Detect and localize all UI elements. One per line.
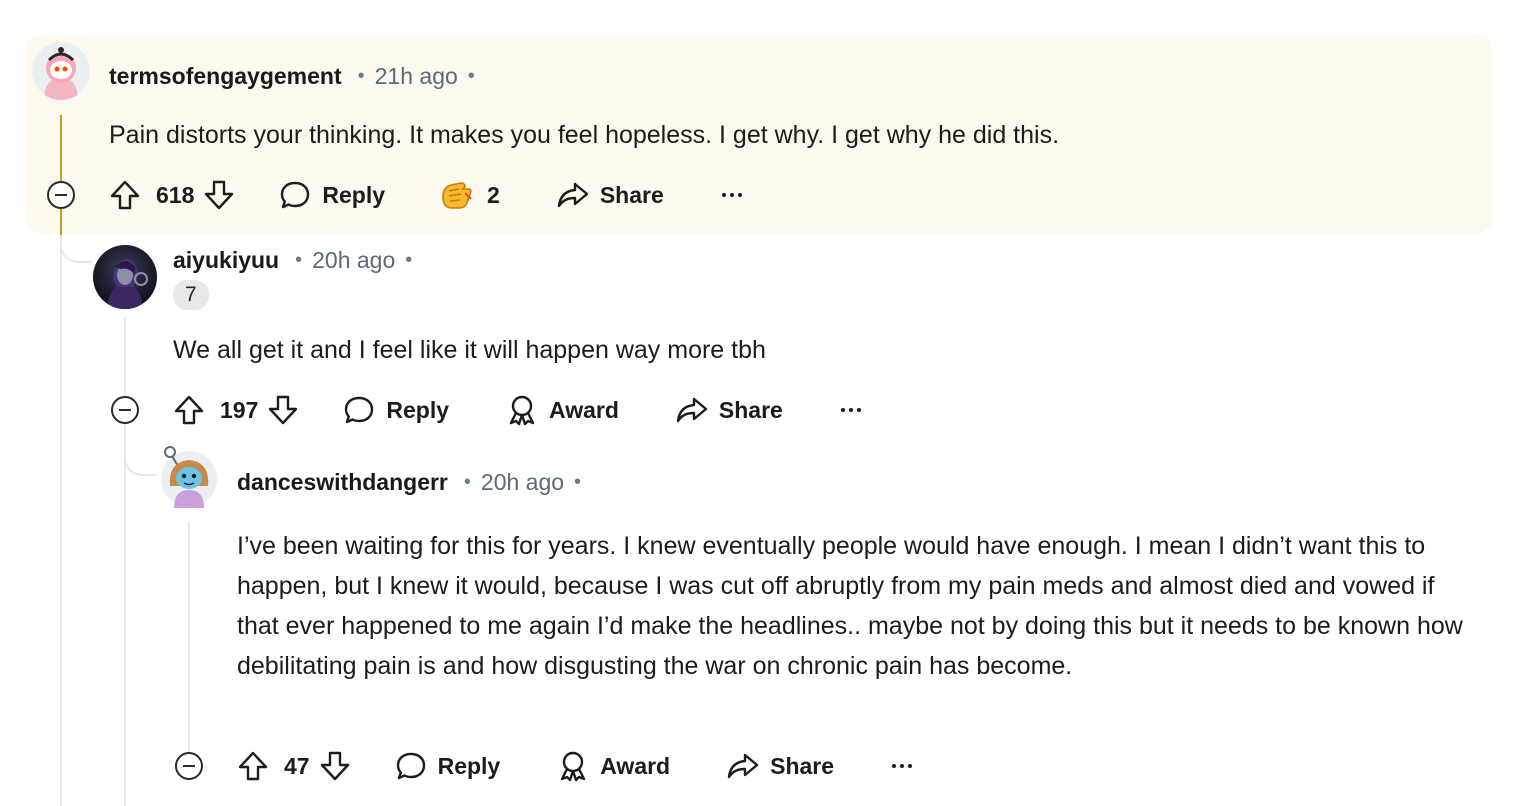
collapse-button[interactable] [175, 752, 203, 780]
upvote-icon[interactable] [108, 178, 142, 212]
vote-count: 47 [284, 752, 310, 779]
collapse-button[interactable] [47, 181, 75, 209]
share-button[interactable]: Share [726, 749, 834, 783]
thread-line-level3[interactable] [188, 522, 190, 752]
award-label: Award [549, 396, 619, 423]
share-label: Share [770, 752, 835, 779]
more-dots-icon [892, 764, 913, 768]
reply-label: Reply [322, 181, 386, 208]
vote-count: 618 [156, 181, 195, 208]
comment-thread: termsofengaygement • 21h ago • Pain dist… [0, 0, 1526, 806]
username[interactable]: danceswithdangerr [237, 469, 448, 496]
award-label: Award [600, 752, 671, 779]
separator-dot: • [405, 248, 413, 271]
snoo-avatar-icon [32, 42, 90, 100]
reply-bubble-icon [281, 181, 310, 209]
share-arrow-icon [676, 397, 708, 423]
collapse-minus-icon [55, 194, 67, 196]
profile-picture-icon [93, 245, 157, 309]
comment-actions: 197 Reply Award Share [172, 388, 861, 432]
share-button[interactable]: Share [556, 178, 664, 212]
timestamp[interactable]: 20h ago [481, 469, 564, 496]
share-label: Share [718, 396, 783, 423]
downvote-icon[interactable] [202, 178, 236, 212]
separator-dot: • [357, 64, 365, 87]
comment-body: Pain distorts your thinking. It makes yo… [109, 121, 1060, 149]
timestamp[interactable]: 21h ago [375, 63, 458, 90]
share-arrow-icon [727, 753, 759, 779]
separator-dot: • [574, 470, 582, 493]
timestamp[interactable]: 20h ago [312, 247, 395, 274]
thread-line-level2[interactable] [124, 318, 126, 396]
vote-group: 197 [172, 393, 300, 427]
thread-connector-2 [124, 448, 156, 476]
award-button[interactable]: 2 [439, 177, 500, 213]
snoo-avatar-icon [161, 446, 217, 508]
more-options-button[interactable] [840, 408, 861, 412]
comment-body: I’ve been waiting for this for years. I … [237, 532, 1463, 680]
reply-button[interactable]: Reply [342, 393, 449, 427]
award-count: 2 [487, 181, 500, 208]
share-arrow-icon [557, 182, 589, 208]
separator-dot: • [467, 64, 475, 87]
downvote-icon[interactable] [266, 393, 300, 427]
comment-meta: termsofengaygement • 21h ago • [109, 60, 475, 92]
award-icon [509, 395, 535, 426]
reply-button[interactable]: Reply [394, 749, 501, 783]
comment-meta: danceswithdangerr • 20h ago • [237, 466, 581, 498]
more-options-button[interactable] [721, 193, 742, 197]
vote-count: 197 [220, 396, 259, 423]
user-flair: 7 [173, 280, 209, 310]
avatar-aiyukiyuu[interactable] [93, 245, 157, 309]
more-dots-icon [721, 193, 742, 197]
reply-button[interactable]: Reply [278, 178, 385, 212]
avatar-danceswithdangerr[interactable] [160, 446, 218, 508]
award-button[interactable]: Award [505, 393, 619, 427]
thread-line-level1[interactable] [60, 235, 62, 806]
reply-bubble-icon [345, 396, 374, 424]
reply-label: Reply [386, 396, 450, 423]
separator-dot: • [295, 248, 303, 271]
award-button[interactable]: Award [556, 749, 670, 783]
thread-line-highlighted[interactable] [60, 115, 62, 235]
hand-award-icon [442, 182, 472, 209]
collapse-minus-icon [119, 409, 131, 411]
reply-bubble-icon [396, 752, 425, 780]
thread-connector-1 [60, 235, 92, 263]
comment-actions: 47 Reply Award Share [236, 744, 913, 788]
share-button[interactable]: Share [675, 393, 783, 427]
comment-actions: 618 Reply 2 Share [108, 173, 742, 217]
reply-label: Reply [437, 752, 501, 779]
comment-meta: aiyukiyuu • 20h ago • [173, 244, 412, 276]
share-label: Share [599, 181, 664, 208]
vote-group: 47 [236, 749, 352, 783]
avatar-termsofengaygement[interactable] [32, 42, 90, 100]
downvote-icon[interactable] [318, 749, 352, 783]
award-icon [561, 751, 586, 782]
upvote-icon[interactable] [236, 749, 270, 783]
upvote-icon[interactable] [172, 393, 206, 427]
username[interactable]: termsofengaygement [109, 63, 342, 90]
thread-line-level2-lower[interactable] [124, 424, 126, 806]
more-options-button[interactable] [892, 764, 913, 768]
vote-group: 618 [108, 178, 236, 212]
separator-dot: • [463, 470, 471, 493]
collapse-button[interactable] [111, 396, 139, 424]
comment-body: We all get it and I feel like it will ha… [173, 336, 766, 364]
username[interactable]: aiyukiyuu [173, 247, 279, 274]
collapse-minus-icon [183, 765, 195, 767]
more-dots-icon [840, 408, 861, 412]
